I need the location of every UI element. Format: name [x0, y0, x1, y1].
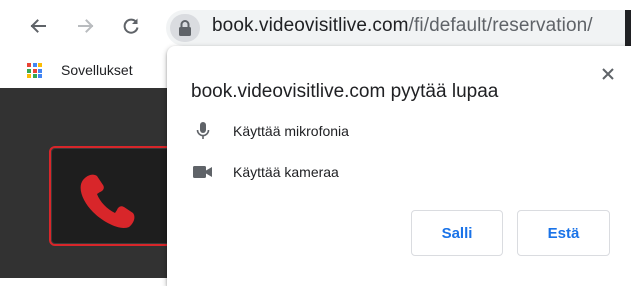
hangup-button[interactable]	[49, 146, 173, 246]
arrow-forward-icon	[78, 19, 94, 33]
forward-button[interactable]	[72, 12, 100, 40]
back-button[interactable]	[24, 12, 52, 40]
apps-shortcut-label[interactable]: Sovellukset	[61, 62, 133, 78]
permission-item-camera: Käyttää kameraa	[191, 160, 339, 184]
block-button[interactable]: Estä	[517, 210, 610, 256]
arrow-back-icon	[30, 19, 46, 33]
browser-toolbar: book.videovisitlive.com/fi/default/reser…	[0, 0, 631, 52]
permission-label: Käyttää kameraa	[233, 164, 339, 180]
permission-item-microphone: Käyttää mikrofonia	[191, 119, 349, 143]
lock-icon	[179, 20, 191, 36]
url-text[interactable]: book.videovisitlive.com/fi/default/reser…	[212, 15, 593, 37]
close-icon	[602, 68, 614, 80]
reload-icon	[123, 18, 139, 34]
microphone-icon	[191, 119, 215, 143]
url-host: book.videovisitlive.com	[212, 15, 409, 36]
allow-button[interactable]: Salli	[411, 210, 503, 256]
permission-label: Käyttää mikrofonia	[233, 123, 349, 139]
reload-button[interactable]	[117, 12, 145, 40]
camera-icon	[191, 160, 215, 184]
dialog-title: book.videovisitlive.com pyytää lupaa	[191, 81, 499, 102]
site-info-button[interactable]	[170, 14, 200, 42]
permission-dialog: book.videovisitlive.com pyytää lupaa Käy…	[167, 46, 631, 286]
url-path: /fi/default/reservation/	[408, 15, 593, 36]
phone-hangup-icon	[80, 174, 135, 228]
apps-grid-icon[interactable]	[27, 63, 42, 78]
close-button[interactable]	[598, 64, 618, 84]
toolbar-edge	[625, 10, 631, 46]
